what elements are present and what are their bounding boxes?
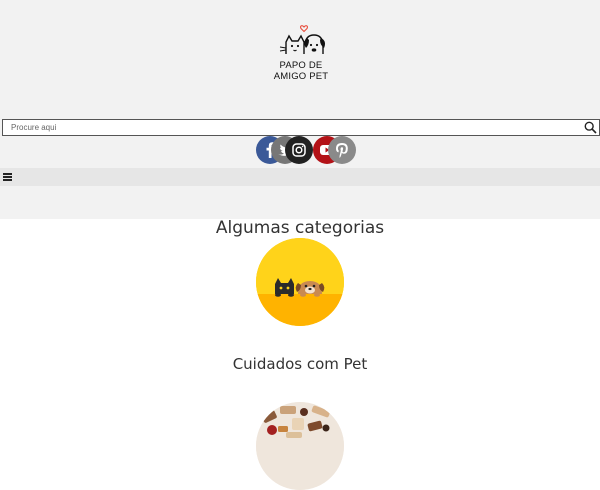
logo-text-line2: AMIGO PET: [273, 71, 329, 82]
site-header: PAPO DE AMIGO PET: [0, 0, 600, 219]
category-image-pets[interactable]: [256, 238, 344, 326]
instagram-icon[interactable]: [285, 136, 313, 164]
pets-logo-icon: [279, 25, 325, 54]
search-icon[interactable]: [584, 121, 597, 134]
logo-text-line1: PAPO DE: [279, 60, 323, 71]
social-icons: [256, 136, 366, 166]
search-bar: [2, 119, 600, 136]
category-label[interactable]: Cuidados com Pet: [0, 355, 600, 373]
menu-icon[interactable]: [3, 173, 12, 181]
category-image-food[interactable]: [256, 402, 344, 490]
pinterest-icon[interactable]: [328, 136, 356, 164]
nav-bar: [0, 168, 600, 186]
site-logo[interactable]: PAPO DE AMIGO PET: [265, 24, 337, 86]
search-input[interactable]: [3, 120, 578, 135]
categories-heading: Algumas categorias: [215, 218, 385, 238]
